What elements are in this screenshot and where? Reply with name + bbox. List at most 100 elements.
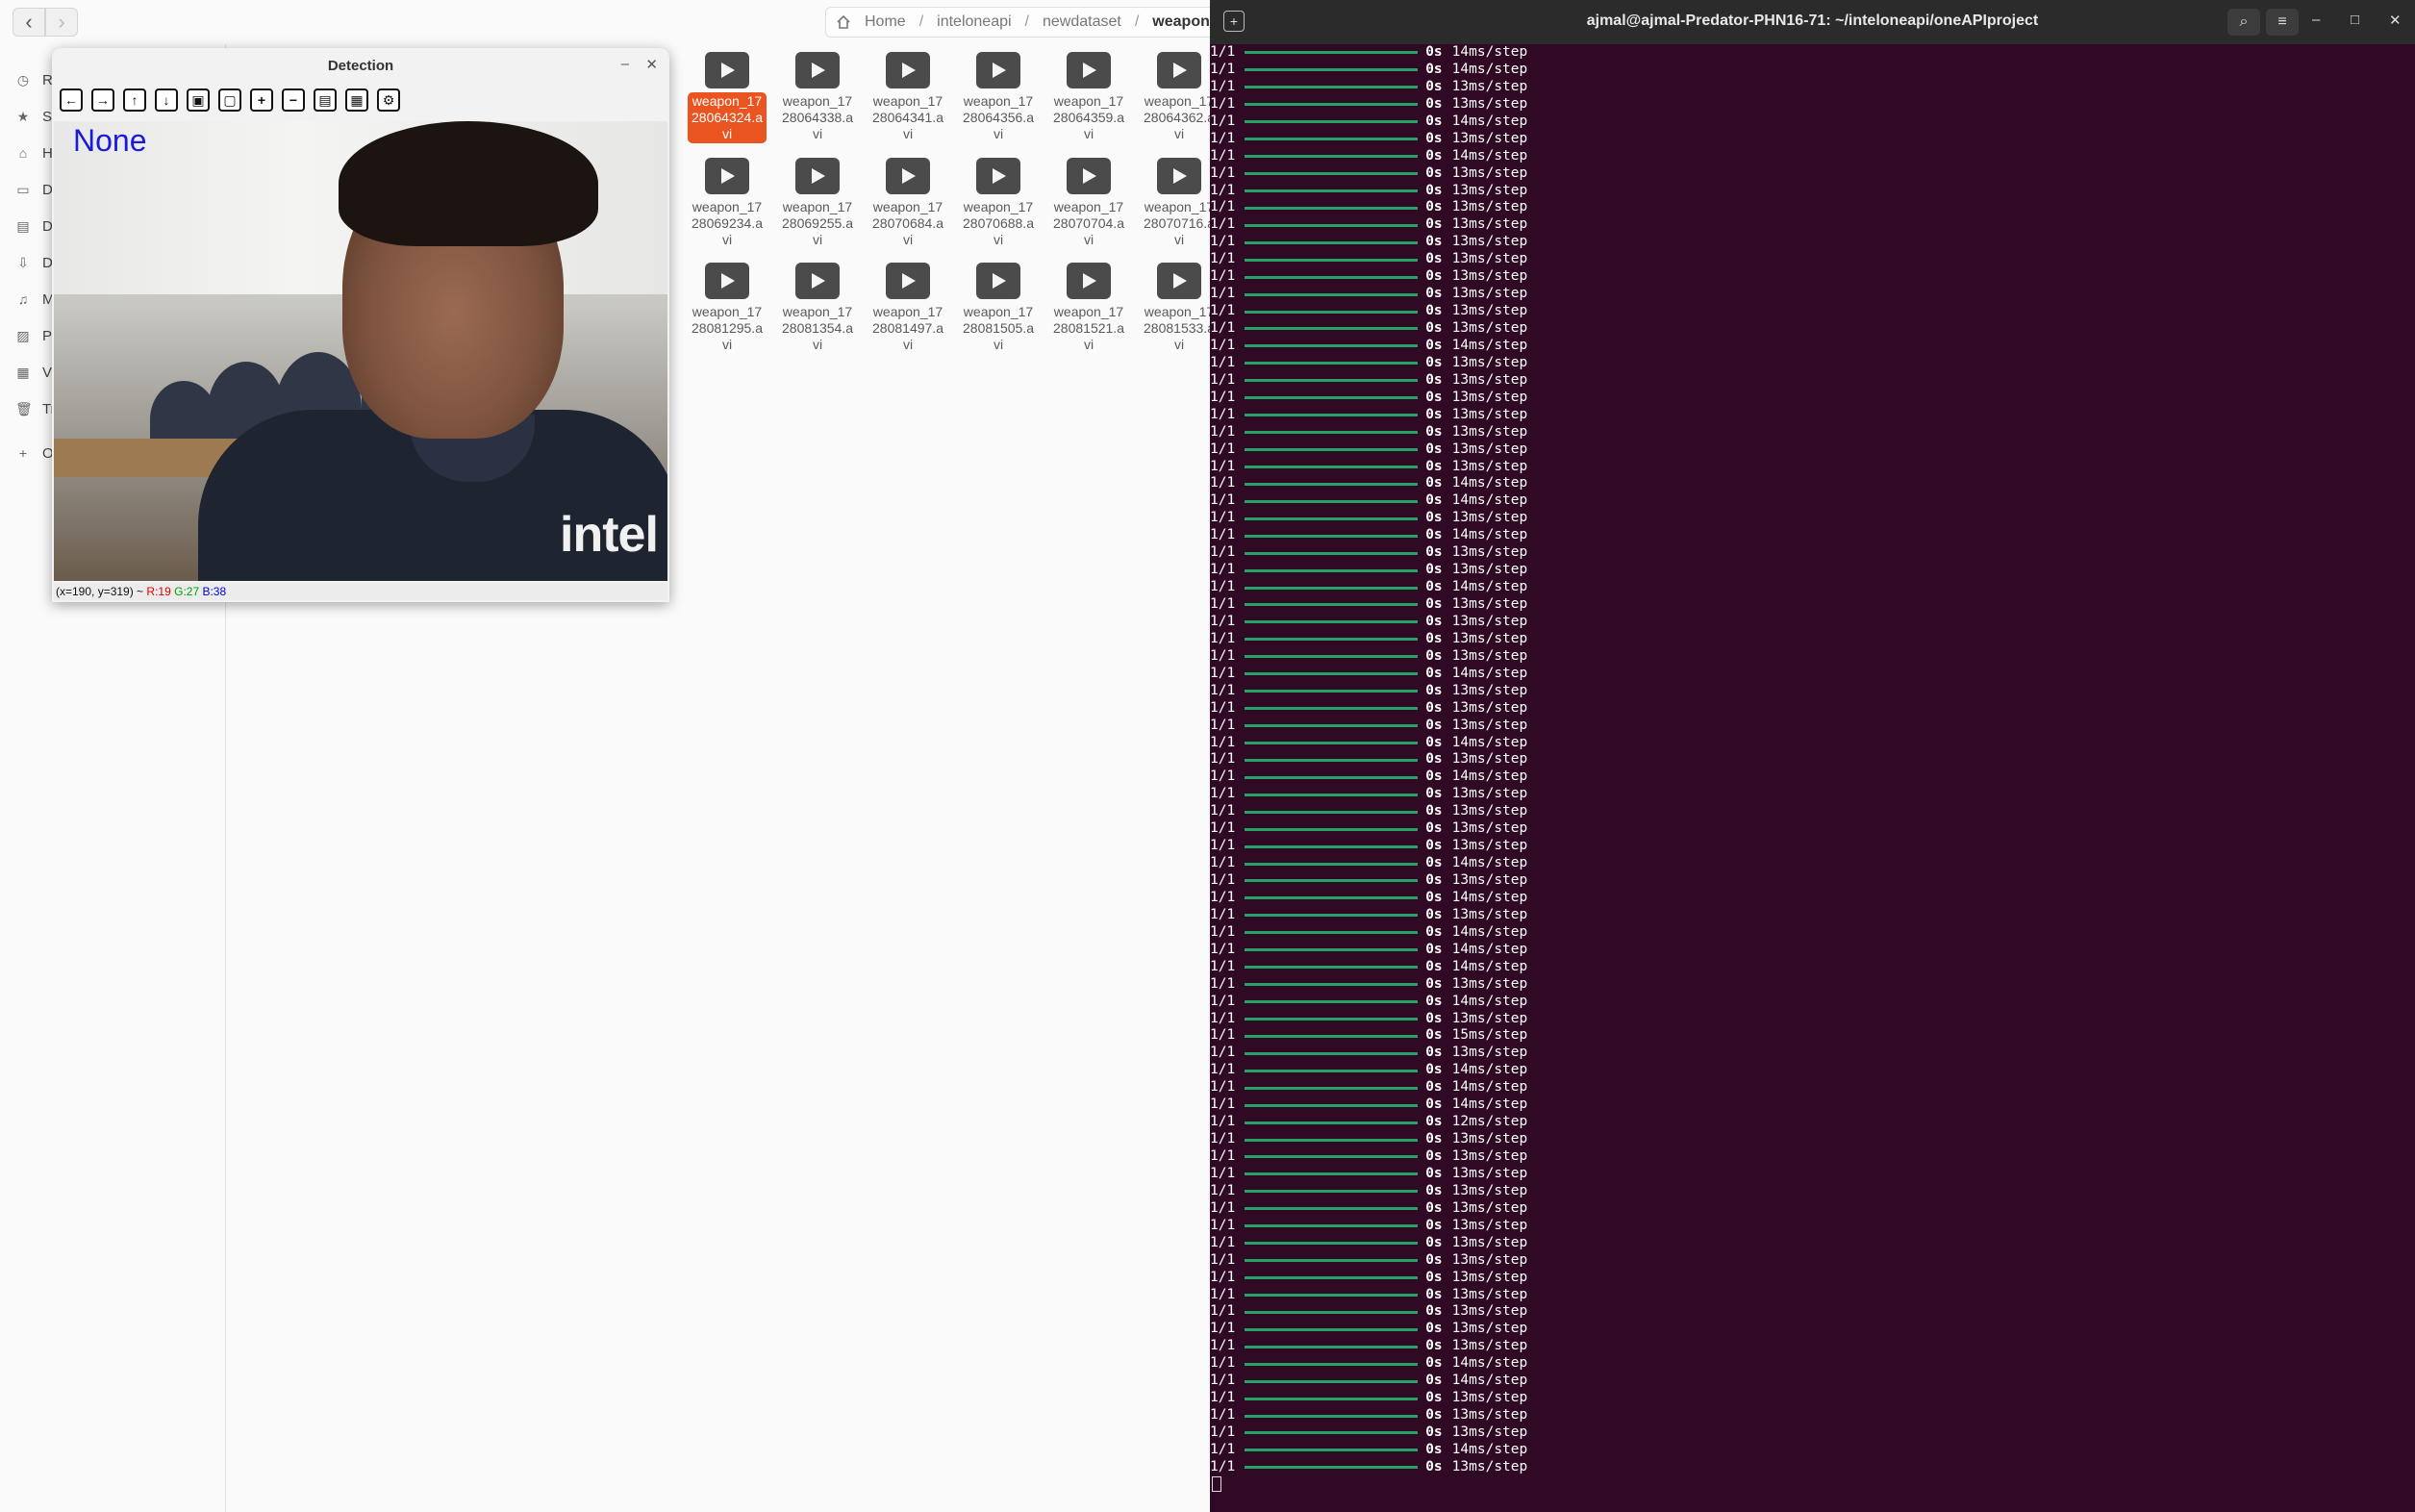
file-item[interactable]: weapon_1728064359.avi (1049, 52, 1128, 143)
elapsed-time: 0s (1425, 820, 1443, 837)
step-count: 1/1 (1210, 630, 1236, 646)
progress-bar (1245, 758, 1419, 762)
copy-icon[interactable]: ▦ (345, 88, 368, 112)
progress-bar (1245, 51, 1419, 55)
zoom-in-icon[interactable]: + (250, 88, 273, 112)
step-time: 13ms/step (1451, 1407, 1528, 1424)
step-count: 1/1 (1210, 61, 1236, 77)
step-count: 1/1 (1210, 1355, 1236, 1372)
elapsed-time: 0s (1425, 1182, 1443, 1198)
minimize-icon[interactable]: – (2312, 12, 2320, 28)
file-item[interactable]: weapon_1728069255.avi (778, 158, 857, 249)
arrow-right-icon[interactable]: → (91, 88, 114, 112)
hamburger-menu-icon[interactable]: ≡ (2266, 9, 2299, 36)
properties-icon[interactable]: ⚙ (377, 88, 400, 112)
file-item[interactable]: weapon_1728070684.avi (868, 158, 947, 249)
breadcrumb-home[interactable]: Home (865, 13, 906, 31)
step-count: 1/1 (1210, 1424, 1236, 1440)
progress-bar (1245, 1397, 1419, 1400)
elapsed-time: 0s (1425, 1027, 1443, 1044)
terminal-output[interactable]: 1/1 0s 14ms/step 1/1 0s 14ms/step 1/1 0s 13ms/st… (1210, 44, 2415, 1512)
file-item[interactable]: weapon_1728064341.avi (868, 52, 947, 143)
zoom-out-icon[interactable]: − (282, 88, 305, 112)
progress-line: 1/1 0s 13ms/step (1210, 683, 2415, 700)
file-item[interactable]: weapon_1728081521.avi (1049, 263, 1128, 354)
step-time: 13ms/step (1451, 371, 1528, 388)
file-item[interactable]: weapon_1728064356.avi (959, 52, 1038, 143)
step-count: 1/1 (1210, 1148, 1236, 1164)
save-icon[interactable]: ▤ (314, 88, 337, 112)
file-item[interactable]: weapon_1728081505.avi (959, 263, 1038, 354)
clock-icon: ◷ (16, 71, 30, 88)
step-time: 14ms/step (1451, 475, 1528, 491)
step-time: 13ms/step (1451, 130, 1528, 146)
minimize-icon[interactable]: – (621, 56, 629, 72)
progress-line: 1/1 0s 13ms/step (1210, 751, 2415, 769)
progress-line: 1/1 0s 13ms/step (1210, 562, 2415, 579)
zoom-original-icon[interactable]: ▢ (218, 88, 241, 112)
step-time: 13ms/step (1451, 751, 1528, 768)
progress-line: 1/1 0s 13ms/step (1210, 596, 2415, 614)
step-count: 1/1 (1210, 199, 1236, 215)
breadcrumb[interactable]: Home / inteloneapi / newdataset / weapon… (825, 7, 1210, 38)
elapsed-time: 0s (1425, 682, 1443, 698)
progress-bar (1245, 1224, 1419, 1228)
file-item[interactable]: weapon_1728064324.avi (688, 52, 767, 143)
step-count: 1/1 (1210, 44, 1236, 60)
progress-bar (1245, 620, 1419, 624)
step-count: 1/1 (1210, 216, 1236, 233)
step-time: 14ms/step (1451, 1096, 1528, 1113)
elapsed-time: 0s (1425, 941, 1443, 957)
maximize-icon[interactable]: □ (2351, 12, 2359, 28)
progress-line: 1/1 0s 14ms/step (1210, 924, 2415, 942)
breadcrumb-newdataset[interactable]: newdataset (1043, 13, 1121, 31)
elapsed-time: 0s (1425, 630, 1443, 646)
file-name: weapon_1728064324.avi (688, 92, 767, 143)
progress-bar (1245, 914, 1419, 918)
step-count: 1/1 (1210, 734, 1236, 750)
back-button[interactable]: ‹ (13, 8, 45, 37)
file-item[interactable]: weapon_1728070688.avi (959, 158, 1038, 249)
file-item[interactable]: weapon_1728070704.avi (1049, 158, 1128, 249)
elapsed-time: 0s (1425, 596, 1443, 612)
breadcrumb-inteloneapi[interactable]: inteloneapi (937, 13, 1011, 31)
file-item[interactable]: weapon_1728069234.avi (688, 158, 767, 249)
progress-line: 1/1 0s 13ms/step (1210, 803, 2415, 820)
breadcrumb-current[interactable]: weapon_dete (1152, 13, 1210, 31)
progress-line: 1/1 0s 14ms/step (1210, 579, 2415, 596)
elapsed-time: 0s (1425, 838, 1443, 854)
progress-line: 1/1 0s 14ms/step (1210, 769, 2415, 786)
file-item[interactable]: weapon_1728081354.avi (778, 263, 857, 354)
arrow-left-icon[interactable]: ← (60, 88, 83, 112)
play-icon (886, 52, 930, 88)
step-time: 13ms/step (1451, 458, 1528, 474)
step-count: 1/1 (1210, 1217, 1236, 1233)
close-icon[interactable]: ✕ (645, 56, 658, 73)
step-time: 14ms/step (1451, 579, 1528, 595)
step-count: 1/1 (1210, 562, 1236, 578)
arrow-up-icon[interactable]: ↑ (123, 88, 146, 112)
forward-button[interactable]: › (45, 8, 78, 37)
elapsed-time: 0s (1425, 717, 1443, 733)
elapsed-time: 0s (1425, 147, 1443, 164)
progress-line: 1/1 0s 13ms/step (1210, 1459, 2415, 1476)
file-item[interactable]: weapon_1728070716.avi (1140, 158, 1210, 249)
picture-icon: ▨ (16, 327, 30, 343)
step-count: 1/1 (1210, 544, 1236, 561)
close-icon[interactable]: ✕ (2389, 12, 2402, 29)
zoom-fit-icon[interactable]: ▣ (187, 88, 210, 112)
progress-bar (1245, 568, 1419, 572)
step-time: 14ms/step (1451, 1062, 1528, 1078)
arrow-down-icon[interactable]: ↓ (155, 88, 178, 112)
file-item[interactable]: weapon_1728081497.avi (868, 263, 947, 354)
progress-bar (1245, 1138, 1419, 1142)
progress-line: 1/1 0s 13ms/step (1210, 1011, 2415, 1028)
step-count: 1/1 (1210, 113, 1236, 129)
progress-bar (1245, 655, 1419, 659)
file-item[interactable]: weapon_1728064362.avi (1140, 52, 1210, 143)
step-count: 1/1 (1210, 458, 1236, 474)
file-item[interactable]: weapon_1728064338.avi (778, 52, 857, 143)
file-item[interactable]: weapon_1728081533.avi (1140, 263, 1210, 354)
file-item[interactable]: weapon_1728081295.avi (688, 263, 767, 354)
search-icon[interactable]: ⌕ (2227, 9, 2260, 36)
